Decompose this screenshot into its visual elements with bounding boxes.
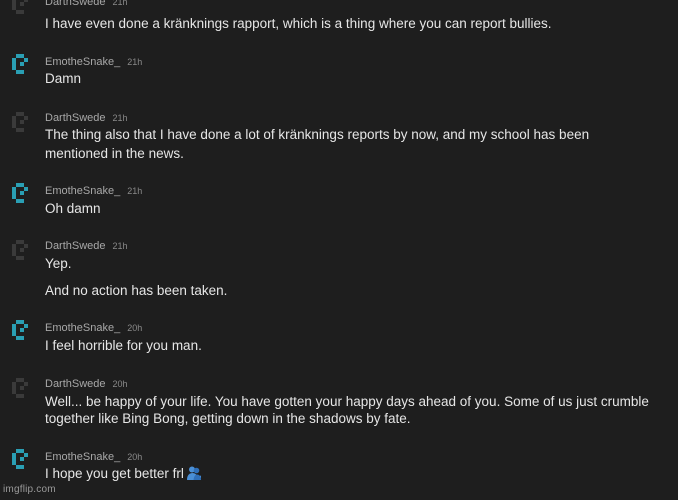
blue-pixel-avatar-icon [12,320,28,340]
people-hugging-emoji-icon [186,465,202,486]
timestamp: 20h [127,323,143,333]
message-meta: DarthSwede 21h [45,110,128,125]
blue-pixel-avatar-icon [12,54,28,74]
message-text: Damn [45,71,82,86]
message-meta: EmotheSnake_ 21h [45,54,142,69]
message-meta: DarthSwede 20h [45,376,128,391]
timestamp: 21h [112,113,128,123]
timestamp: 21h [127,186,143,196]
username[interactable]: DarthSwede [45,240,106,252]
message-text: The thing also that I have done a lot of… [45,127,590,142]
username[interactable]: DarthSwede [45,0,106,8]
message-text: Yep. [45,256,72,271]
grey-pixel-avatar-icon [12,0,28,14]
message-text: And no action has been taken. [45,283,228,298]
watermark: imgflip.com [3,484,56,495]
timestamp: 20h [112,379,128,389]
message-text: together like Bing Bong, getting down in… [45,411,411,426]
username[interactable]: EmotheSnake_ [45,56,120,68]
username[interactable]: DarthSwede [45,112,106,124]
message-text: I hope you get better frl [45,464,202,486]
message-text: Oh damn [45,201,101,216]
message-meta: EmotheSnake_ 21h [45,183,142,198]
grey-pixel-avatar-icon [12,378,28,398]
message-text-content: I hope you get better frl [45,466,184,481]
username[interactable]: EmotheSnake_ [45,451,120,463]
blue-pixel-avatar-icon [12,449,28,469]
grey-pixel-avatar-icon [12,240,28,260]
blue-pixel-avatar-icon [12,183,28,203]
grey-pixel-avatar-icon [12,112,28,132]
timestamp: 21h [112,0,128,7]
message-text: I feel horrible for you man. [45,338,202,353]
username[interactable]: DarthSwede [45,378,106,390]
message-meta: EmotheSnake_ 20h [45,320,142,335]
timestamp: 20h [127,452,143,462]
message-meta: EmotheSnake_ 20h [45,449,142,464]
username[interactable]: EmotheSnake_ [45,185,120,197]
message-text: I have even done a kränknings rapport, w… [45,16,552,31]
timestamp: 21h [112,241,128,251]
message-text: mentioned in the news. [45,146,184,161]
message-meta: DarthSwede 21h [45,0,128,9]
username[interactable]: EmotheSnake_ [45,322,120,334]
message-meta: DarthSwede 21h [45,238,128,253]
timestamp: 21h [127,57,143,67]
